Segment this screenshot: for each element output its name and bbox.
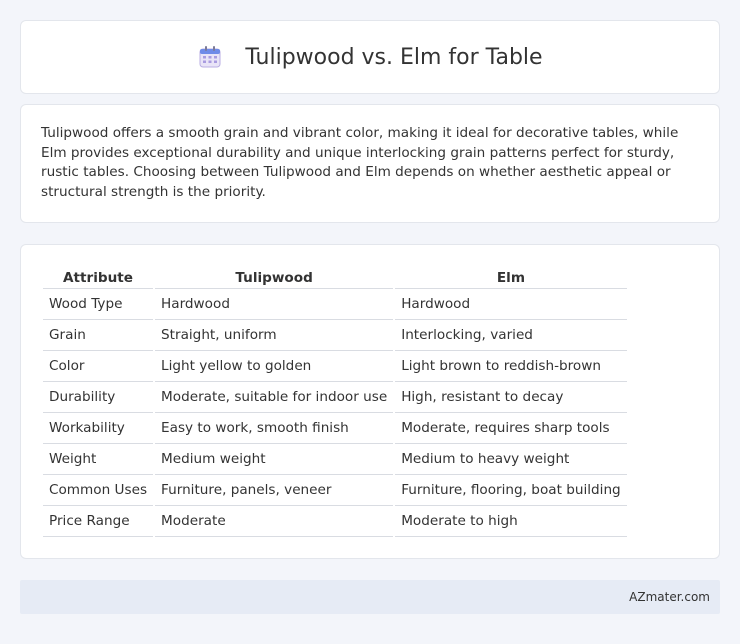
footer-brand[interactable]: AZmater.com: [629, 590, 710, 604]
row-tulipwood-value: Medium weight: [155, 444, 394, 475]
calendar-icon: [199, 46, 221, 68]
comparison-table: Attribute Tulipwood Elm Wood Type Hardwo…: [41, 263, 629, 537]
row-attribute: Grain: [43, 320, 154, 351]
row-attribute: Color: [43, 351, 154, 382]
table-row: Weight Medium weight Medium to heavy wei…: [43, 444, 627, 475]
row-elm-value: Moderate to high: [395, 506, 627, 537]
page-title: Tulipwood vs. Elm for Table: [245, 44, 543, 70]
table-header-row: Attribute Tulipwood Elm: [43, 263, 627, 289]
title-card: Tulipwood vs. Elm for Table: [20, 20, 720, 94]
row-tulipwood-value: Moderate, suitable for indoor use: [155, 382, 394, 413]
comparison-table-card: Attribute Tulipwood Elm Wood Type Hardwo…: [20, 244, 720, 559]
table-row: Durability Moderate, suitable for indoor…: [43, 382, 627, 413]
row-elm-value: Hardwood: [395, 289, 627, 320]
row-tulipwood-value: Hardwood: [155, 289, 394, 320]
row-attribute: Durability: [43, 382, 154, 413]
row-attribute: Common Uses: [43, 475, 154, 506]
row-elm-value: High, resistant to decay: [395, 382, 627, 413]
table-row: Color Light yellow to golden Light brown…: [43, 351, 627, 382]
table-row: Common Uses Furniture, panels, veneer Fu…: [43, 475, 627, 506]
column-header-tulipwood: Tulipwood: [155, 263, 394, 289]
row-attribute: Weight: [43, 444, 154, 475]
description-text: Tulipwood offers a smooth grain and vibr…: [41, 125, 679, 200]
row-attribute: Workability: [43, 413, 154, 444]
row-tulipwood-value: Straight, uniform: [155, 320, 394, 351]
row-elm-value: Moderate, requires sharp tools: [395, 413, 627, 444]
table-row: Wood Type Hardwood Hardwood: [43, 289, 627, 320]
column-header-attribute: Attribute: [43, 263, 154, 289]
footer: AZmater.com: [20, 580, 720, 614]
row-tulipwood-value: Light yellow to golden: [155, 351, 394, 382]
row-elm-value: Light brown to reddish-brown: [395, 351, 627, 382]
row-tulipwood-value: Furniture, panels, veneer: [155, 475, 394, 506]
description-card: Tulipwood offers a smooth grain and vibr…: [20, 104, 720, 223]
row-tulipwood-value: Easy to work, smooth finish: [155, 413, 394, 444]
row-elm-value: Furniture, flooring, boat building: [395, 475, 627, 506]
row-attribute: Wood Type: [43, 289, 154, 320]
table-row: Price Range Moderate Moderate to high: [43, 506, 627, 537]
row-attribute: Price Range: [43, 506, 154, 537]
row-elm-value: Interlocking, varied: [395, 320, 627, 351]
row-tulipwood-value: Moderate: [155, 506, 394, 537]
column-header-elm: Elm: [395, 263, 627, 289]
row-elm-value: Medium to heavy weight: [395, 444, 627, 475]
table-row: Grain Straight, uniform Interlocking, va…: [43, 320, 627, 351]
table-row: Workability Easy to work, smooth finish …: [43, 413, 627, 444]
